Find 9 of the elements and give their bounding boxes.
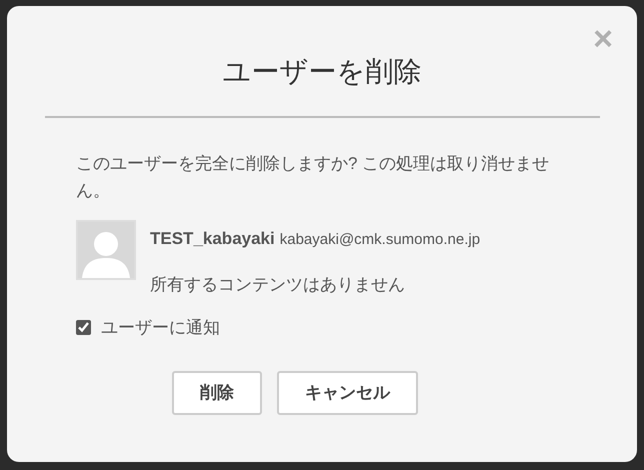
user-name: TEST_kabayaki	[150, 228, 275, 250]
dialog-button[interactable]: キャンセル	[277, 370, 418, 414]
notify-label: ユーザーに通知	[101, 317, 220, 339]
notify-checkbox[interactable]	[76, 320, 91, 336]
confirmation-message: このユーザーを完全に削除しますか? この処理は取り消せません。	[76, 153, 550, 202]
dialog-title: ユーザーを削除	[222, 55, 422, 89]
contents-note: 所有するコンテンツはありません	[150, 274, 406, 296]
user-email: kabayaki@cmk.sumomo.ne.jp	[280, 230, 480, 250]
dialog-button[interactable]: 削除	[172, 370, 262, 414]
